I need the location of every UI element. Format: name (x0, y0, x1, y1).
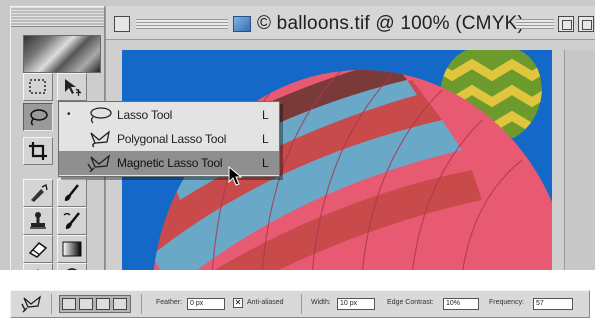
history-brush-icon (63, 212, 80, 229)
document-titlebar[interactable]: © balloons.tif @ 100% (CMYK) (106, 6, 595, 40)
feather-input[interactable]: 0 px (187, 298, 225, 310)
healing-brush-icon (31, 184, 48, 202)
brush-tool[interactable] (57, 179, 87, 207)
edge-contrast-input[interactable]: 10% (443, 298, 479, 310)
titlebar-stripes-right (516, 19, 554, 29)
gradient-tool[interactable] (57, 235, 87, 263)
menu-item-lasso-tool[interactable]: • Lasso Tool L (59, 103, 279, 127)
clone-stamp-tool[interactable] (23, 207, 53, 235)
menu-item-polygonal-lasso-tool[interactable]: Polygonal Lasso Tool L (59, 127, 279, 151)
menu-item-label: Magnetic Lasso Tool (117, 156, 223, 170)
marquee-tool[interactable] (23, 73, 53, 101)
edge-contrast-label: Edge Contrast: (387, 299, 434, 306)
close-box-icon[interactable] (114, 16, 130, 32)
separator (301, 294, 302, 314)
image-file-icon (233, 16, 251, 32)
subtract-from-selection-icon[interactable] (96, 298, 110, 310)
menu-item-shortcut: L (262, 108, 269, 122)
menu-item-label: Polygonal Lasso Tool (117, 132, 227, 146)
document-title-text: © balloons.tif @ 100% (CMYK) (257, 13, 524, 34)
crop-tool[interactable] (23, 137, 53, 165)
frequency-label: Frequency: (489, 299, 525, 306)
lasso-icon (30, 109, 48, 126)
zoom-box-icon[interactable] (558, 16, 574, 32)
magnetic-lasso-icon (87, 154, 110, 172)
blur-drop-icon (37, 269, 39, 270)
separator (141, 294, 142, 314)
antialiased-label: Anti-aliased (247, 299, 284, 306)
move-arrow-icon (65, 79, 82, 96)
width-input[interactable]: 10 px (337, 298, 375, 310)
checked-bullet: • (67, 109, 71, 120)
antialiased-checkbox[interactable]: ✕ (233, 298, 243, 308)
width-label: Width: (311, 299, 331, 306)
document-title: © balloons.tif @ 100% (CMYK) (231, 14, 530, 34)
blur-tool[interactable] (23, 263, 53, 270)
menu-item-magnetic-lasso-tool[interactable]: Magnetic Lasso Tool L (59, 151, 279, 175)
lasso-icon (90, 107, 112, 124)
vertical-scrollbar[interactable] (564, 50, 595, 270)
lasso-tool[interactable] (23, 103, 53, 131)
collapse-box-icon[interactable] (578, 16, 594, 32)
dodge-tool[interactable] (57, 263, 87, 270)
marquee-icon (29, 79, 46, 94)
selection-mode-buttons[interactable] (59, 295, 131, 313)
healing-brush-tool[interactable] (23, 179, 53, 207)
new-selection-icon[interactable] (62, 298, 76, 310)
menu-item-shortcut: L (262, 156, 269, 170)
feather-label: Feather: (156, 299, 183, 306)
eraser-icon (28, 242, 48, 258)
polygonal-lasso-icon (90, 130, 110, 148)
separator (51, 294, 52, 314)
lasso-tools-flyout: • Lasso Tool L Polygonal Lasso Tool L Ma… (58, 101, 280, 177)
intersect-selection-icon[interactable] (113, 298, 127, 310)
photoshop-screenshot: © balloons.tif @ 100% (CMYK) • Lasso Too… (0, 0, 595, 270)
options-bar: Feather: 0 px ✕ Anti-aliased Width: 10 p… (10, 290, 590, 318)
frequency-input[interactable]: 57 (533, 298, 573, 310)
history-brush-tool[interactable] (57, 207, 87, 235)
move-tool[interactable] (57, 73, 87, 101)
photoshop-logo[interactable] (23, 35, 101, 73)
add-to-selection-icon[interactable] (79, 298, 93, 310)
tool-palette-titlebar[interactable] (11, 7, 104, 27)
gradient-icon (62, 241, 82, 257)
brush-icon (64, 184, 79, 201)
eraser-tool[interactable] (23, 235, 53, 263)
clone-stamp-icon (30, 212, 46, 229)
dodge-icon (67, 268, 77, 270)
crop-icon (29, 142, 47, 160)
magnetic-lasso-icon[interactable] (19, 295, 45, 315)
menu-item-shortcut: L (262, 132, 269, 146)
menu-item-label: Lasso Tool (117, 108, 173, 122)
titlebar-stripes (136, 19, 228, 29)
mouse-pointer-icon (228, 166, 243, 186)
